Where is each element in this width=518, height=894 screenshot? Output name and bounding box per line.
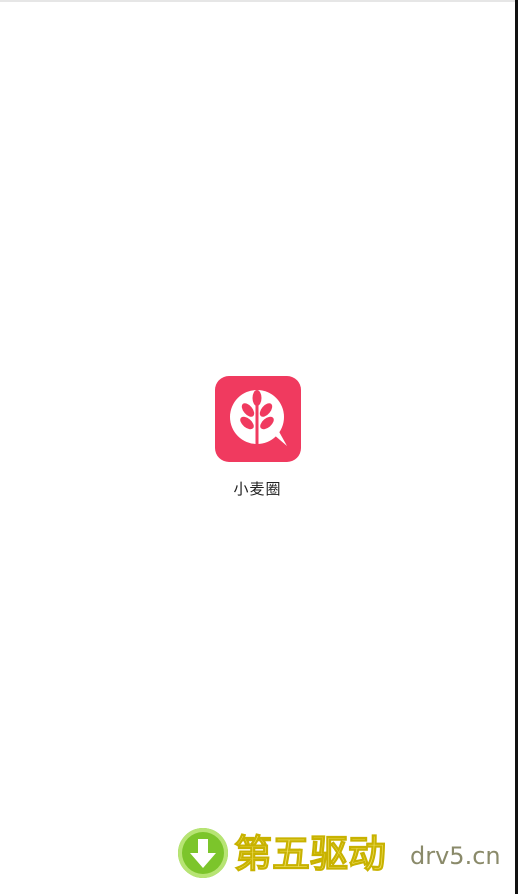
- app-icon: [214, 376, 301, 462]
- wheat-chat-icon: [229, 390, 287, 446]
- app-name-label: 小麦圈: [233, 480, 282, 498]
- watermark: 第五驱动 drv5.cn: [178, 826, 508, 882]
- watermark-title: 第五驱动: [233, 832, 387, 877]
- download-arrow-icon: [178, 828, 228, 878]
- watermark-domain: drv5.cn: [410, 842, 501, 870]
- splash-screen: 小麦圈: [0, 376, 515, 499]
- top-divider: [0, 0, 515, 2]
